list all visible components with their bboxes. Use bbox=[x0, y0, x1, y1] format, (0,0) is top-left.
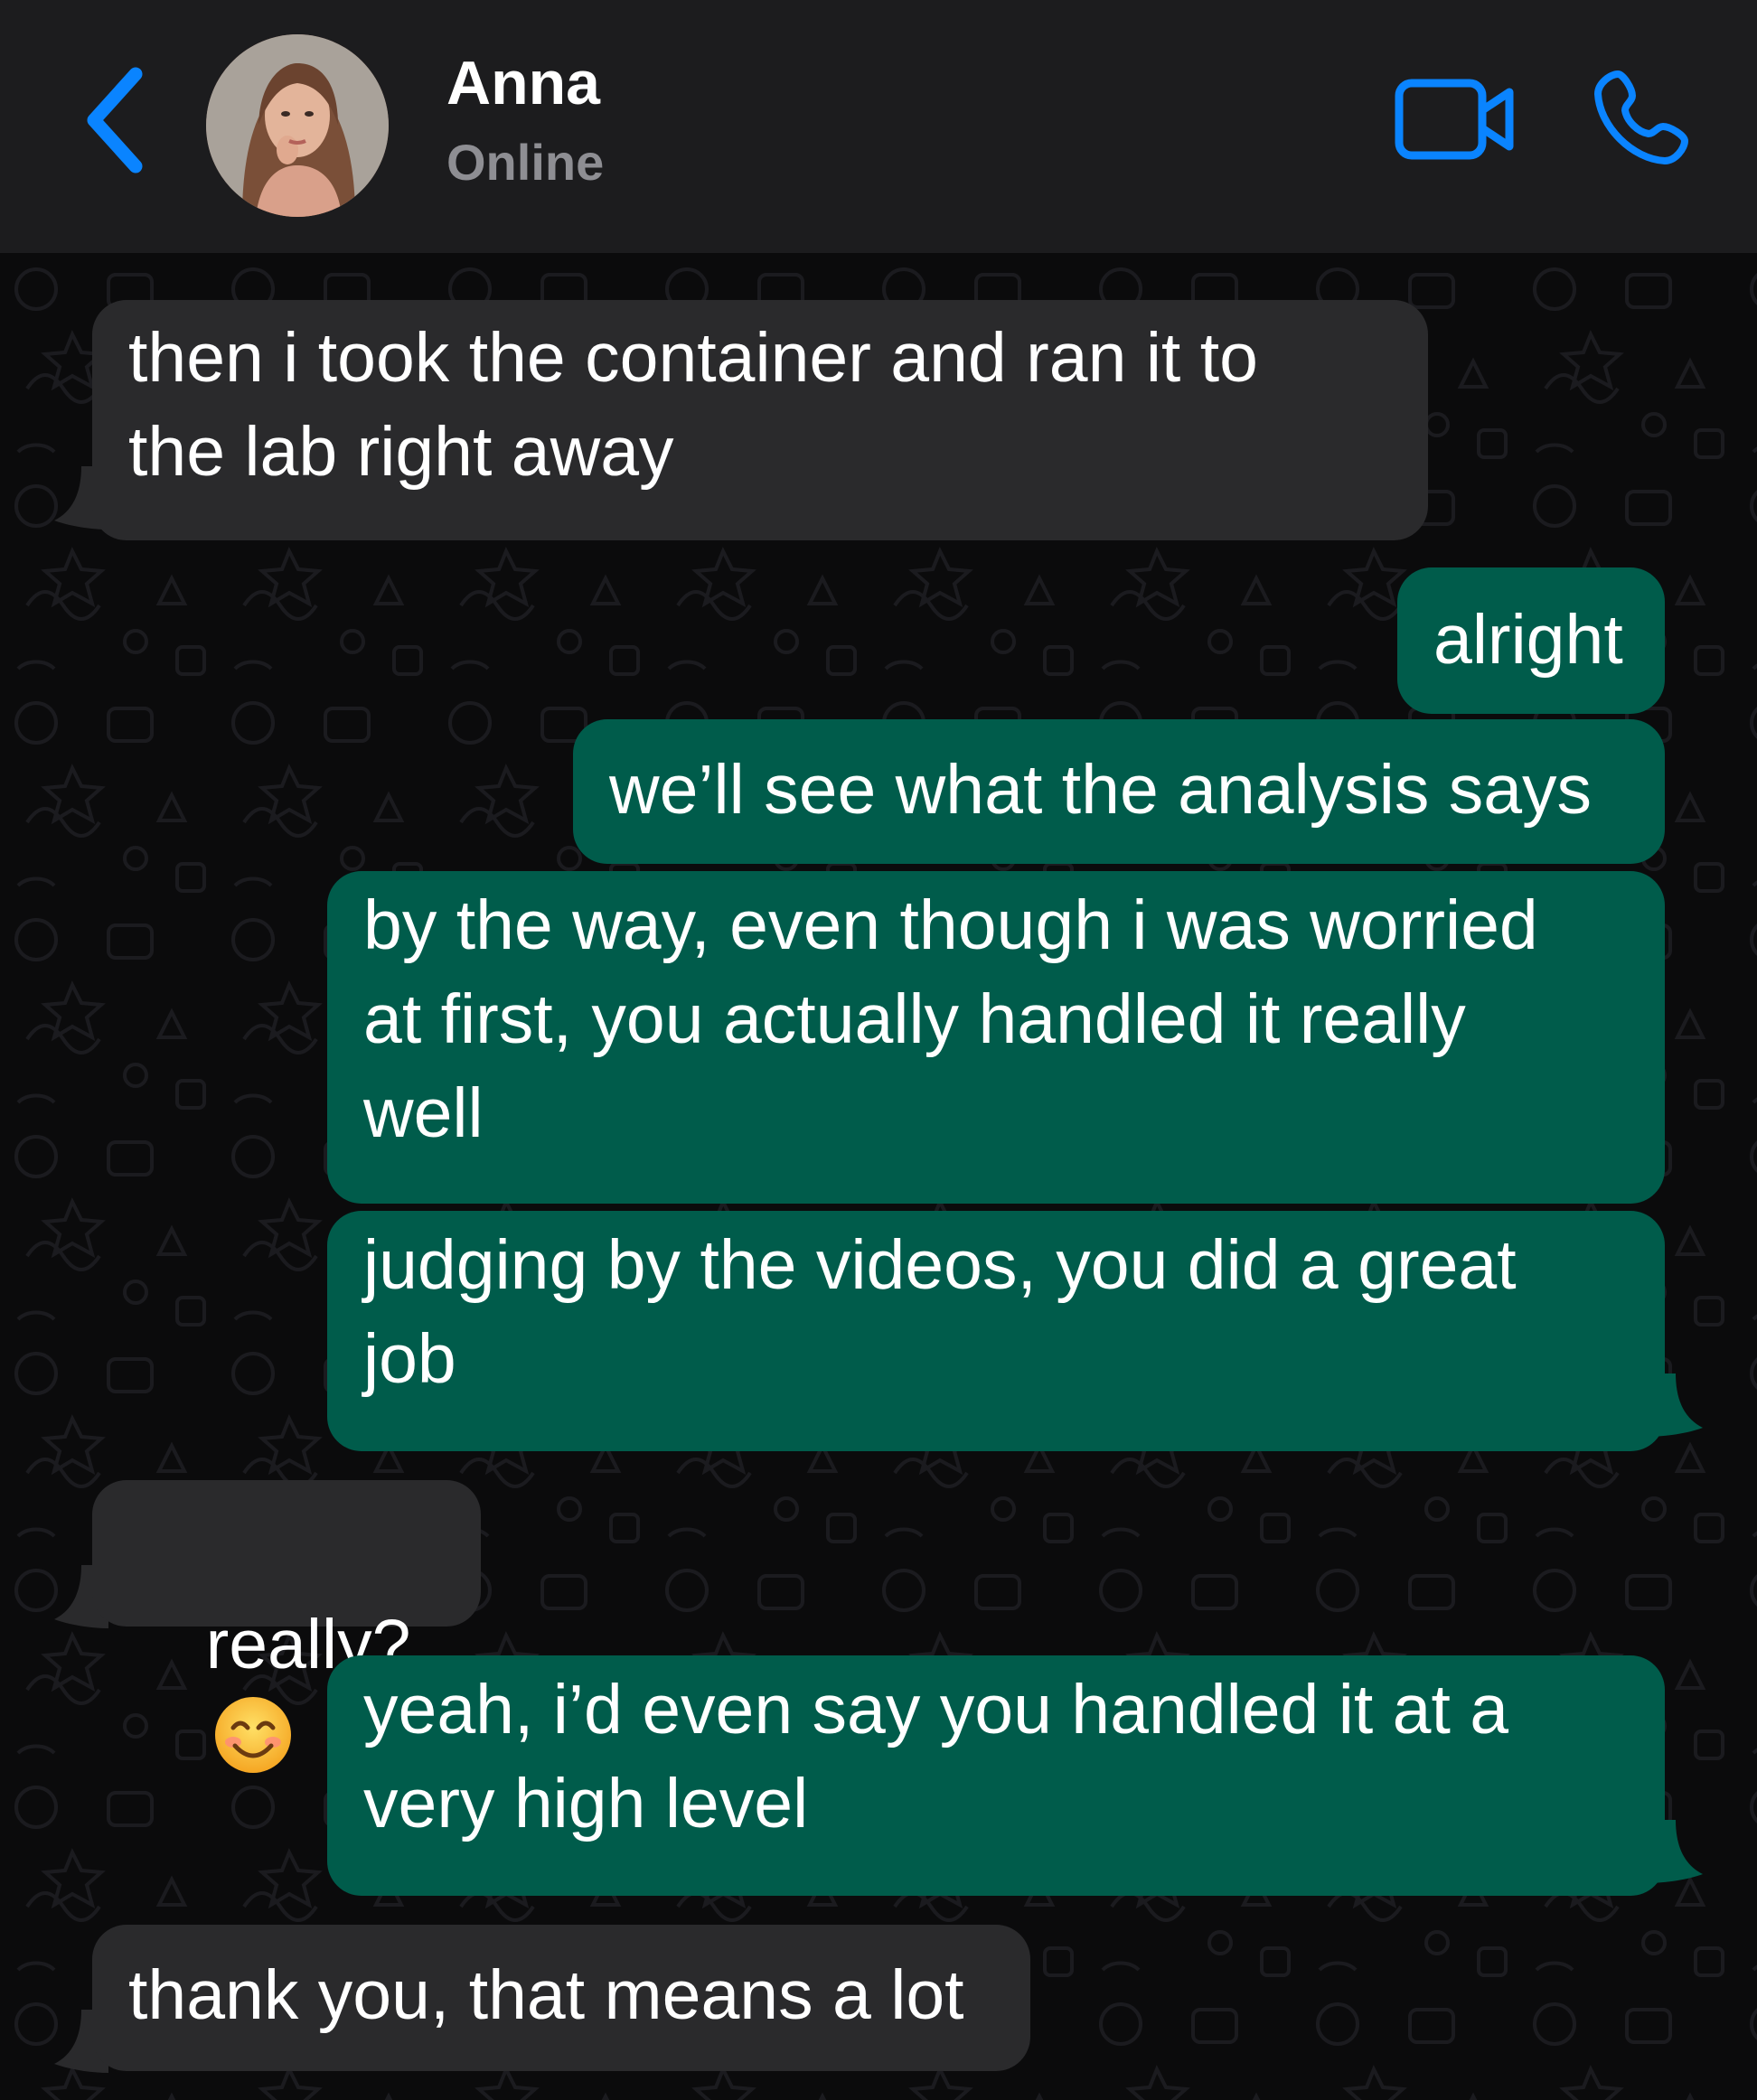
phone-icon[interactable] bbox=[1591, 67, 1692, 168]
message-bubble-outgoing[interactable]: we’ll see what the analysis says bbox=[573, 719, 1665, 864]
smiling-face-icon bbox=[214, 1697, 291, 1773]
message-bubble-outgoing[interactable]: by the way, even though i was worried at… bbox=[327, 871, 1665, 1204]
contact-status: Online bbox=[446, 134, 605, 191]
video-camera-icon[interactable] bbox=[1392, 74, 1518, 164]
message-bubble-outgoing[interactable]: alright bbox=[1397, 567, 1665, 714]
chevron-left-icon[interactable] bbox=[80, 61, 152, 179]
message-bubble-outgoing[interactable]: judging by the videos, you did a great j… bbox=[327, 1211, 1665, 1451]
chat-area[interactable]: then i took the container and ran it to … bbox=[0, 253, 1757, 2100]
message-bubble-incoming[interactable]: thank you, that means a lot bbox=[92, 1925, 1030, 2071]
avatar[interactable] bbox=[206, 34, 389, 217]
contact-name[interactable]: Anna bbox=[446, 52, 600, 114]
message-bubble-incoming[interactable]: really? bbox=[92, 1480, 481, 1773]
message-bubble-incoming[interactable]: then i took the container and ran it to … bbox=[92, 300, 1428, 540]
bubble-tail bbox=[1645, 1820, 1703, 1883]
bubble-tail bbox=[1645, 1373, 1703, 1437]
message-bubble-outgoing[interactable]: yeah, i’d even say you handled it at a v… bbox=[327, 1655, 1665, 1896]
chat-header: Anna Online bbox=[0, 0, 1757, 253]
